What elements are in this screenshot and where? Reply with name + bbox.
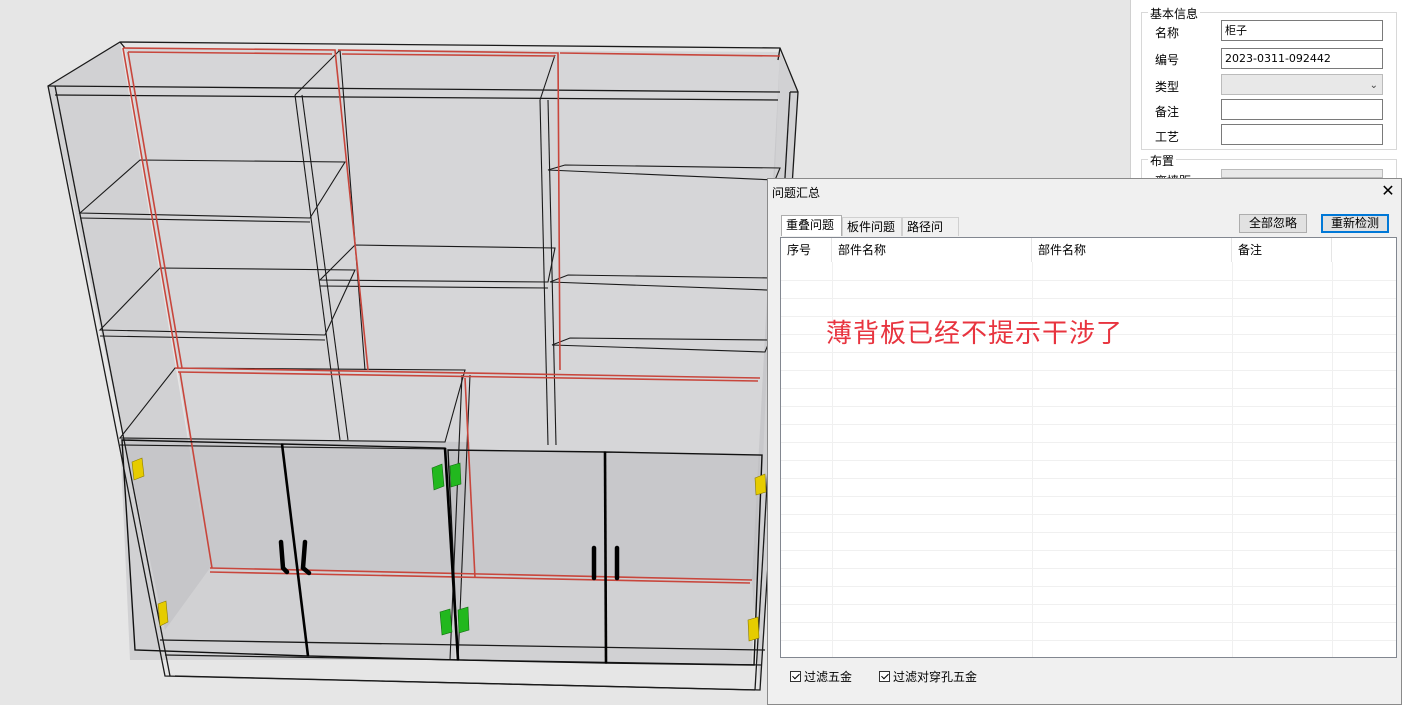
grid-row-line [781, 604, 1396, 605]
grid-row-line [781, 388, 1396, 389]
chevron-down-icon: ⌄ [1369, 80, 1378, 91]
annotation-note: 薄背板已经不提示干涉了 [826, 319, 1124, 349]
grid-col-line [1232, 262, 1233, 657]
grid-row-line [781, 640, 1396, 641]
col-index[interactable]: 序号 [781, 238, 832, 262]
remark-label: 备注 [1155, 105, 1180, 119]
grid-row-line [781, 406, 1396, 407]
grid-row-line [781, 352, 1396, 353]
layout-title: 布置 [1148, 152, 1177, 169]
grid-row-line [781, 568, 1396, 569]
grid-row-line [781, 298, 1396, 299]
grid-row-line [781, 532, 1396, 533]
code-field[interactable]: 2023-0311-092442 [1221, 48, 1383, 69]
grid-row-line [781, 424, 1396, 425]
type-label: 类型 [1155, 80, 1180, 94]
grid-row-line [781, 496, 1396, 497]
filter-through-hole-checkbox[interactable]: 过滤对穿孔五金 [879, 668, 977, 685]
grid-col-line [1332, 262, 1333, 657]
grid-row-line [781, 550, 1396, 551]
name-label: 名称 [1155, 26, 1180, 40]
filter-hardware-checkbox[interactable]: 过滤五金 [790, 668, 852, 685]
col-part-name-1[interactable]: 部件名称 [832, 238, 1032, 262]
grid-row-line [781, 280, 1396, 281]
filter-hardware-label: 过滤五金 [804, 670, 853, 684]
basic-info-title: 基本信息 [1148, 5, 1201, 22]
process-label: 工艺 [1155, 130, 1180, 144]
remark-field[interactable] [1221, 99, 1383, 120]
code-label: 编号 [1155, 53, 1180, 67]
checkbox-checked-icon [790, 671, 801, 682]
name-field[interactable]: 柜子 [1221, 20, 1383, 41]
grid-row-line [781, 586, 1396, 587]
grid-row-line [781, 442, 1396, 443]
tab-overlap[interactable]: 重叠问题 [781, 215, 842, 236]
dialog-title: 问题汇总 [772, 186, 821, 200]
recheck-button[interactable]: 重新检测 [1321, 214, 1389, 233]
ignore-all-button[interactable]: 全部忽略 [1239, 214, 1307, 233]
tab-path[interactable]: 路径问题 [902, 217, 959, 253]
process-field[interactable] [1221, 124, 1383, 145]
problem-summary-dialog: 问题汇总 ✕ 重叠问题 板件问题 路径问题 全部忽略 重新检测 序号 部件名称 … [767, 178, 1402, 705]
wall-distance-field[interactable] [1221, 169, 1383, 178]
grid-row-line [781, 514, 1396, 515]
grid-row-line [781, 460, 1396, 461]
col-remark[interactable]: 备注 [1232, 238, 1332, 262]
grid-row-line [781, 370, 1396, 371]
problem-table[interactable]: 序号 部件名称 部件名称 备注 薄背板已经不提示干涉了 [780, 237, 1397, 658]
checkbox-checked-icon [879, 671, 890, 682]
tab-panel[interactable]: 板件问题 [842, 217, 902, 236]
close-icon[interactable]: ✕ [1379, 181, 1397, 201]
grid-row-line [781, 622, 1396, 623]
type-select[interactable]: ⌄ [1221, 74, 1383, 95]
grid-row-line [781, 478, 1396, 479]
col-part-name-2[interactable]: 部件名称 [1032, 238, 1232, 262]
filter-through-hole-label: 过滤对穿孔五金 [893, 670, 978, 684]
